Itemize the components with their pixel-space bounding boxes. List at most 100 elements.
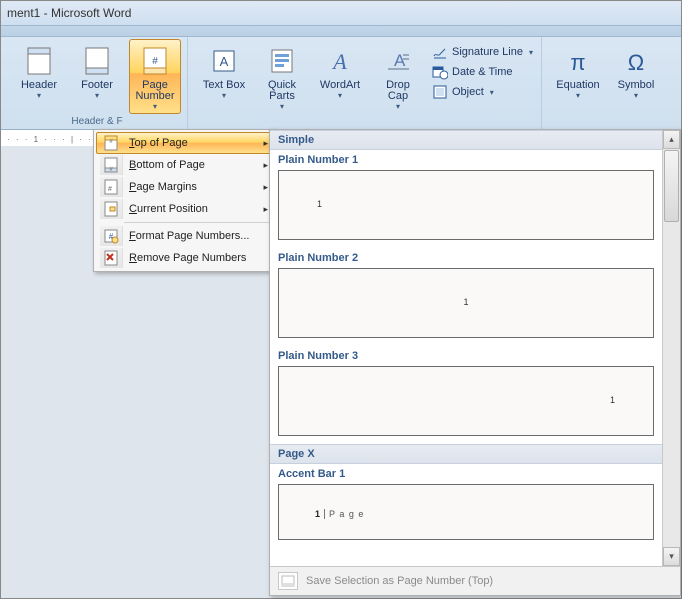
header-label: Header bbox=[21, 80, 57, 91]
text-box-button[interactable]: A Text Box ▾ bbox=[198, 39, 250, 114]
wordart-icon: A bbox=[324, 44, 356, 78]
gallery-scrollbar[interactable]: ▴ ▾ bbox=[662, 130, 680, 566]
svg-text:#: # bbox=[152, 56, 158, 67]
symbol-icon: Ω bbox=[620, 44, 652, 78]
chevron-down-icon: ▾ bbox=[490, 88, 494, 97]
bottom-of-page-icon: # bbox=[100, 155, 123, 175]
gallery-item-title: Plain Number 1 bbox=[270, 150, 662, 168]
equation-icon: π bbox=[562, 44, 594, 78]
chevron-down-icon: ▾ bbox=[280, 102, 284, 111]
gallery-footer: Save Selection as Page Number (Top) bbox=[270, 566, 680, 595]
chevron-down-icon: ▾ bbox=[634, 91, 638, 100]
page-margins-icon: # bbox=[100, 177, 123, 197]
current-position-icon bbox=[100, 199, 123, 219]
menu-item-current-position[interactable]: Current Position ▸ bbox=[96, 198, 272, 220]
accent-bar-sample: 1P a g e bbox=[315, 507, 364, 519]
symbol-button[interactable]: Ω Symbol ▾ bbox=[610, 39, 662, 103]
gallery-preview: 1 bbox=[278, 170, 654, 240]
ribbon: Header ▾ Footer ▾ # Page Number ▾ Header… bbox=[1, 37, 681, 130]
gallery-item-title: Plain Number 2 bbox=[270, 248, 662, 266]
svg-text:A: A bbox=[331, 49, 347, 74]
gallery-item-plain-number-3[interactable]: Plain Number 3 1 bbox=[270, 346, 662, 436]
object-label: Object bbox=[452, 86, 484, 98]
menu-label: Page Margins bbox=[129, 181, 263, 193]
menu-item-format-page-numbers[interactable]: # Format Page Numbers... bbox=[96, 225, 272, 247]
menu-label: Top of Page bbox=[129, 137, 263, 149]
gallery-item-plain-number-1[interactable]: Plain Number 1 1 bbox=[270, 150, 662, 240]
page-number-gallery: Simple Plain Number 1 1 Plain Number 2 1… bbox=[269, 129, 681, 596]
menu-label: Current Position bbox=[129, 203, 263, 215]
page-number-sample: 1 bbox=[610, 395, 615, 405]
wordart-button[interactable]: A WordArt ▾ bbox=[314, 39, 366, 114]
ribbon-group-header-footer: Header ▾ Footer ▾ # Page Number ▾ Header… bbox=[7, 37, 188, 129]
symbol-label: Symbol bbox=[618, 80, 655, 91]
header-icon bbox=[23, 44, 55, 78]
text-box-label: Text Box bbox=[203, 80, 245, 91]
svg-text:π: π bbox=[570, 50, 585, 75]
page-number-sample: 1 bbox=[463, 297, 468, 307]
menu-label: Remove Page Numbers bbox=[129, 252, 268, 264]
chevron-down-icon: ▾ bbox=[222, 91, 226, 100]
svg-text:A: A bbox=[220, 54, 229, 69]
signature-icon bbox=[432, 44, 448, 60]
signature-line-button[interactable]: Signature Line ▾ bbox=[430, 43, 535, 61]
scroll-thumb[interactable] bbox=[664, 150, 679, 222]
page-number-button[interactable]: # Page Number ▾ bbox=[129, 39, 181, 114]
menu-label: Format Page Numbers... bbox=[129, 230, 268, 242]
menu-item-bottom-of-page[interactable]: # Bottom of Page ▸ bbox=[96, 154, 272, 176]
submenu-arrow-icon: ▸ bbox=[263, 138, 268, 149]
svg-text:#: # bbox=[108, 186, 112, 193]
svg-text:Ω: Ω bbox=[628, 50, 644, 75]
gallery-section-page-x: Page X bbox=[270, 444, 662, 464]
gallery-item-plain-number-2[interactable]: Plain Number 2 1 bbox=[270, 248, 662, 338]
equation-button[interactable]: π Equation ▾ bbox=[552, 39, 604, 103]
gallery-preview: 1P a g e bbox=[278, 484, 654, 540]
header-button[interactable]: Header ▾ bbox=[13, 39, 65, 114]
gallery-section-simple: Simple bbox=[270, 130, 662, 150]
chevron-down-icon: ▾ bbox=[153, 102, 157, 111]
chevron-down-icon: ▾ bbox=[95, 91, 99, 100]
gallery-preview: 1 bbox=[278, 268, 654, 338]
page-number-dropdown-menu: # Top of Page ▸ # Bottom of Page ▸ # Pag… bbox=[93, 129, 275, 272]
gallery-item-accent-bar-1[interactable]: Accent Bar 1 1P a g e bbox=[270, 464, 662, 540]
svg-text:A: A bbox=[394, 51, 406, 70]
quick-parts-button[interactable]: Quick Parts ▾ bbox=[256, 39, 308, 114]
gallery-item-title: Plain Number 3 bbox=[270, 346, 662, 364]
footer-button[interactable]: Footer ▾ bbox=[71, 39, 123, 114]
top-of-page-icon: # bbox=[100, 133, 123, 153]
ribbon-group-text: A Text Box ▾ Quick Parts ▾ A WordArt ▾ bbox=[192, 37, 542, 129]
date-time-button[interactable]: Date & Time bbox=[430, 63, 535, 81]
page-number-icon: # bbox=[139, 44, 171, 78]
menu-item-top-of-page[interactable]: # Top of Page ▸ bbox=[96, 132, 272, 154]
ribbon-tab-strip bbox=[1, 26, 681, 37]
drop-cap-label: Drop Cap bbox=[375, 80, 421, 102]
object-button[interactable]: Object ▾ bbox=[430, 83, 535, 101]
date-time-icon bbox=[432, 64, 448, 80]
drop-cap-button[interactable]: A Drop Cap ▾ bbox=[372, 39, 424, 114]
title-bar: ment1 - Microsoft Word bbox=[1, 1, 681, 26]
page-number-label: Page Number bbox=[132, 80, 178, 102]
scroll-down-button[interactable]: ▾ bbox=[663, 547, 680, 566]
remove-page-numbers-icon bbox=[100, 248, 123, 268]
menu-item-page-margins[interactable]: # Page Margins ▸ bbox=[96, 176, 272, 198]
ribbon-group-symbols: π Equation ▾ Ω Symbol ▾ bbox=[546, 37, 668, 129]
chevron-down-icon: ▾ bbox=[338, 91, 342, 100]
save-selection-icon bbox=[278, 572, 298, 590]
wordart-label: WordArt bbox=[320, 80, 360, 91]
quick-parts-label: Quick Parts bbox=[259, 80, 305, 102]
menu-item-remove-page-numbers[interactable]: Remove Page Numbers bbox=[96, 247, 272, 269]
object-icon bbox=[432, 84, 448, 100]
scroll-up-button[interactable]: ▴ bbox=[663, 130, 680, 149]
format-page-numbers-icon: # bbox=[100, 226, 123, 246]
gallery-preview: 1 bbox=[278, 366, 654, 436]
equation-label: Equation bbox=[556, 80, 599, 91]
scroll-track[interactable] bbox=[663, 223, 680, 547]
chevron-down-icon: ▾ bbox=[37, 91, 41, 100]
quick-parts-icon bbox=[266, 44, 298, 78]
menu-separator bbox=[124, 222, 272, 223]
chevron-down-icon: ▾ bbox=[529, 48, 533, 57]
window-title: ment1 - Microsoft Word bbox=[7, 1, 131, 25]
page-number-sample: 1 bbox=[317, 199, 322, 209]
date-time-label: Date & Time bbox=[452, 66, 513, 78]
submenu-arrow-icon: ▸ bbox=[263, 182, 268, 193]
